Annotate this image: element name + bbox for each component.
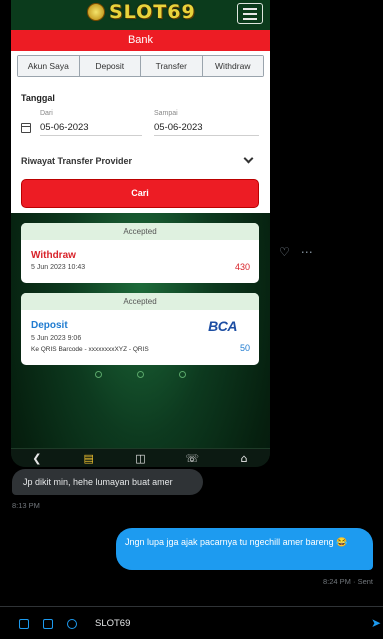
react-heart-icon[interactable]: ♡ (279, 245, 290, 259)
to-date-field[interactable]: 05-06-2023 (154, 121, 259, 136)
bank-tabs: Akun Saya Deposit Transfer Withdraw (17, 55, 264, 77)
whatsapp-icon[interactable]: ☏ (183, 451, 201, 466)
message-actions: ♡ ⋯ (279, 245, 313, 259)
to-label: Sampai (154, 110, 178, 117)
bank-title: Bank (11, 30, 270, 51)
logo-text: SLOT69 (109, 1, 196, 23)
home-icon[interactable]: ⌂ (235, 451, 253, 466)
transaction-amount: 430 (234, 262, 250, 272)
outgoing-timestamp: 8:24 PM · Sent (322, 577, 373, 586)
transaction-type: Withdraw (31, 250, 76, 261)
slot69-logo: SLOT69 (87, 1, 199, 23)
bca-logo: BCA (208, 318, 237, 334)
transaction-card[interactable]: Accepted Withdraw 5 Jun 2023 10:43 430 (21, 223, 259, 283)
chevron-down-icon[interactable] (243, 153, 254, 164)
status-badge: Accepted (21, 293, 259, 310)
gift-icon[interactable]: ◫ (131, 451, 149, 466)
date-section-label: Tanggal (21, 93, 55, 103)
message-composer: SLOT69 ➤ (0, 607, 383, 639)
tab-akun-saya[interactable]: Akun Saya (18, 56, 80, 76)
incoming-timestamp: 8:13 PM (12, 501, 40, 510)
outgoing-message[interactable]: Jngn lupa jga ajak pacarnya tu ngechill … (116, 528, 373, 570)
transaction-datetime: 5 Jun 2023 9:06 (31, 335, 82, 342)
logo-badge-icon (87, 3, 105, 21)
dm-conversation: SLOT69 Bank Akun Saya Deposit Transfer W… (0, 0, 383, 639)
tab-withdraw[interactable]: Withdraw (202, 56, 263, 76)
back-icon[interactable]: ❮ (28, 451, 46, 466)
tab-transfer[interactable]: Transfer (141, 56, 203, 76)
from-date-field[interactable]: 05-06-2023 (40, 121, 142, 136)
more-options-icon[interactable]: ⋯ (301, 245, 313, 259)
bottom-nav: ❮ ▤ ◫ ☏ ⌂ (11, 448, 270, 467)
emoji-icon[interactable] (67, 619, 77, 629)
tab-deposit[interactable]: Deposit (79, 56, 141, 76)
search-button[interactable]: Cari (21, 179, 259, 208)
transaction-description: Ke QRIS Barcode - xxxxxxxxXYZ - QRIS (31, 346, 149, 353)
app-header: SLOT69 (11, 0, 270, 30)
shared-screenshot[interactable]: SLOT69 Bank Akun Saya Deposit Transfer W… (11, 0, 270, 467)
from-label: Dari (40, 110, 53, 117)
image-upload-icon[interactable] (19, 619, 29, 629)
send-icon[interactable]: ➤ (371, 616, 381, 630)
incoming-message[interactable]: Jp dikit min, hehe lumayan buat amer (12, 469, 203, 495)
wallet-icon[interactable]: ▤ (80, 451, 98, 466)
hamburger-menu-icon[interactable] (237, 3, 263, 24)
bank-panel: Akun Saya Deposit Transfer Withdraw Tang… (11, 51, 270, 213)
transaction-type: Deposit (31, 320, 68, 331)
transaction-datetime: 5 Jun 2023 10:43 (31, 264, 86, 271)
message-input[interactable]: SLOT69 (95, 618, 130, 629)
gif-icon[interactable] (43, 619, 53, 629)
transaction-card[interactable]: Accepted Deposit BCA 5 Jun 2023 9:06 Ke … (21, 293, 259, 365)
history-filter-select[interactable]: Riwayat Transfer Provider (21, 156, 132, 166)
transaction-amount: 50 (239, 343, 250, 353)
decorative-dots (95, 371, 187, 379)
calendar-icon (21, 123, 31, 133)
status-badge: Accepted (21, 223, 259, 240)
